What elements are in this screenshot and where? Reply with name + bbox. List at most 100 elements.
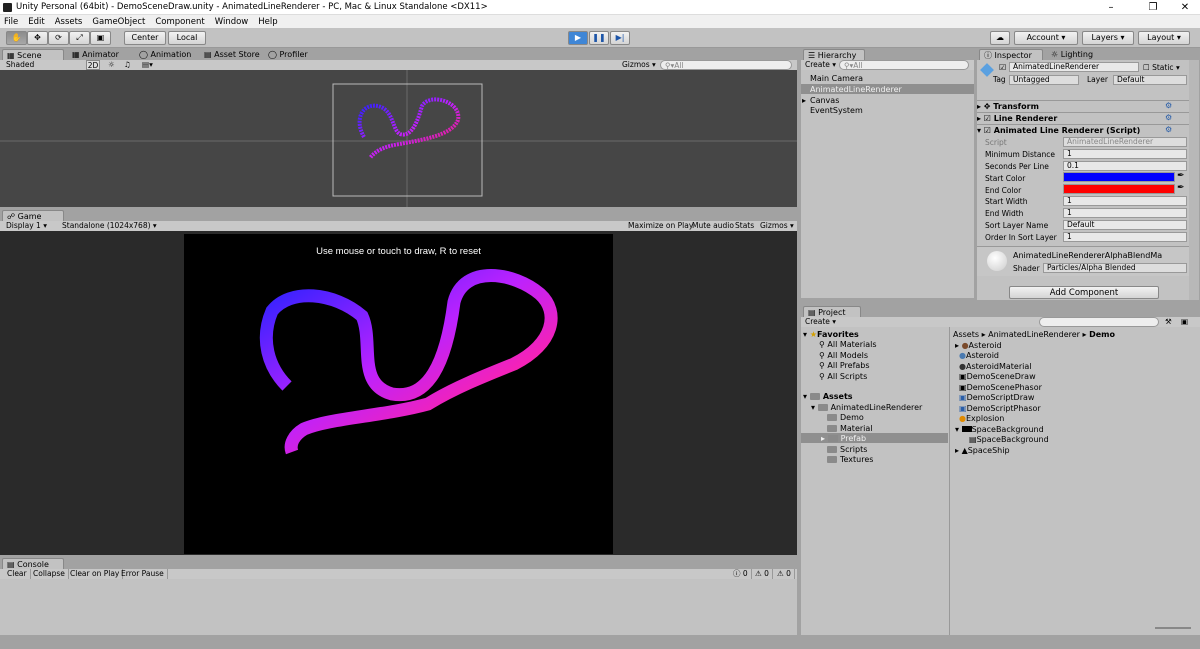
asset-item[interactable]: ▸ ●Asteroid [955,341,1002,350]
layer-dropdown[interactable]: Default [1113,75,1187,85]
step-button[interactable]: ▶| [610,31,630,45]
component-transform[interactable]: ▸ ✥ Transform [977,100,1189,112]
game-render-area[interactable]: Use mouse or touch to draw, R to reset [184,234,613,554]
shader-dropdown[interactable]: Particles/Alpha Blended [1043,263,1187,273]
hierarchy-expand-icon[interactable]: ▸ [802,96,806,105]
asset-item[interactable]: ▣DemoScriptPhasor [959,404,1041,413]
eyedropper-icon[interactable]: ✒ [1177,171,1185,181]
hierarchy-item-animated-line-renderer[interactable]: AnimatedLineRenderer [810,85,902,94]
assets-header[interactable]: ▾ Assets [803,392,853,401]
active-checkbox[interactable]: ☑ [999,63,1006,72]
scene-view[interactable] [0,70,797,207]
menu-assets[interactable]: Assets [55,17,83,27]
component-settings-icon[interactable]: ⚙ [1165,125,1172,134]
seconds-per-line-field[interactable]: 0.1 [1063,161,1187,171]
folder-animatedlinerenderer[interactable]: ▾ AnimatedLineRenderer [811,403,922,412]
hierarchy-search-input[interactable]: ⚲▾All [839,60,969,70]
asset-item[interactable]: ●Explosion [959,414,1004,423]
maximize-on-play-toggle[interactable]: Maximize on Play [628,221,693,231]
favorites-header[interactable]: ▾ ★Favorites [803,330,859,339]
inspector-scrollbar[interactable] [1189,60,1199,300]
folder-prefab[interactable]: ▸ Prefab [821,434,866,443]
asset-item[interactable]: ▸ ▲SpaceShip [955,446,1010,455]
favorite-item[interactable]: ⚲ All Models [819,351,868,360]
game-gizmos-dropdown[interactable]: Gizmos ▾ [760,221,794,231]
tag-dropdown[interactable]: Untagged [1009,75,1079,85]
console-clear-button[interactable]: Clear [4,569,31,579]
tab-console[interactable]: ▤ Console [2,558,64,569]
scene-search-input[interactable]: ⚲▾All [660,60,792,70]
folder-textures[interactable]: Textures [827,455,873,464]
hierarchy-item-canvas[interactable]: Canvas [810,96,839,105]
end-color-field[interactable] [1063,184,1175,194]
eyedropper-icon[interactable]: ✒ [1177,183,1185,193]
close-icon[interactable]: ✕ [1170,0,1200,15]
filter-icon[interactable]: ⚒ [1165,317,1172,327]
layout-dropdown[interactable]: Layout ▾ [1138,31,1190,45]
pivot-local-button[interactable]: Local [168,31,206,45]
end-width-field[interactable]: 1 [1063,208,1187,218]
asset-item[interactable]: ▾ SpaceBackground [955,425,1044,434]
layers-dropdown[interactable]: Layers ▾ [1082,31,1134,45]
2d-toggle[interactable]: 2D [86,60,100,70]
cloud-icon[interactable]: ☁ [990,31,1010,45]
play-button[interactable]: ▶ [568,31,588,45]
tab-project[interactable]: ▤ Project [803,306,861,317]
sun-icon[interactable]: ☼ [108,60,115,70]
menu-file[interactable]: File [4,17,18,27]
account-dropdown[interactable]: Account ▾ [1014,31,1078,45]
asset-item[interactable]: ▣DemoScenePhasor [959,383,1042,392]
asset-item[interactable]: ▤SpaceBackground [969,435,1049,444]
shading-mode-dropdown[interactable]: Shaded [6,60,82,70]
tab-game[interactable]: ☍ Game [2,210,64,221]
hierarchy-item-event-system[interactable]: EventSystem [810,106,863,115]
console-error-count[interactable]: ⚠ 0 [774,569,795,579]
project-create-dropdown[interactable]: Create ▾ [805,317,836,327]
pivot-center-button[interactable]: Center [124,31,166,45]
tab-animator[interactable]: ▦ Animator [68,49,119,60]
tab-asset-store[interactable]: ▤ Asset Store [200,49,260,60]
menu-window[interactable]: Window [215,17,249,27]
asset-item[interactable]: ▣DemoScriptDraw [959,393,1034,402]
display-dropdown[interactable]: Display 1 ▾ [6,221,58,231]
lock-icon[interactable]: ▣ [1181,317,1188,327]
minimum-distance-field[interactable]: 1 [1063,149,1187,159]
add-component-button[interactable]: Add Component [1009,286,1159,299]
component-line-renderer[interactable]: ▸ ☑ Line Renderer [977,112,1189,124]
minimize-icon[interactable]: – [1096,0,1126,15]
tab-scene[interactable]: ▦ Scene [2,49,64,60]
hand-tool-icon[interactable]: ✋ [6,31,27,45]
static-checkbox[interactable]: ☐ Static ▾ [1143,63,1180,72]
start-color-field[interactable] [1063,172,1175,182]
image-effects-icon[interactable]: ▤▾ [142,60,153,70]
breadcrumb-item[interactable]: AnimatedLineRenderer [988,330,1080,339]
asset-item[interactable]: ●AsteroidMaterial [959,362,1032,371]
move-tool-icon[interactable]: ✥ [27,31,48,45]
console-collapse-button[interactable]: Collapse [30,569,69,579]
project-search-input[interactable] [1039,317,1159,327]
menu-help[interactable]: Help [258,17,277,27]
component-animated-line-renderer[interactable]: ▾ ☑ Animated Line Renderer (Script) [977,124,1189,136]
menu-component[interactable]: Component [155,17,204,27]
sort-layer-name-field[interactable]: Default [1063,220,1187,230]
tab-animation[interactable]: ◯ Animation [135,49,191,60]
console-info-count[interactable]: ⓘ 0 [730,569,752,579]
component-settings-icon[interactable]: ⚙ [1165,101,1172,110]
tab-inspector[interactable]: ⓘ Inspector [979,49,1043,60]
icon-size-slider[interactable] [1155,627,1191,629]
rotate-tool-icon[interactable]: ⟳ [48,31,69,45]
tab-hierarchy[interactable]: ☰ Hierarchy [803,49,865,60]
audio-icon[interactable]: ♫ [124,60,131,70]
tab-profiler[interactable]: ◯ Profiler [264,49,308,60]
favorite-item[interactable]: ⚲ All Materials [819,340,877,349]
favorite-item[interactable]: ⚲ All Scripts [819,372,867,381]
breadcrumb-item[interactable]: Assets [953,330,979,339]
folder-material[interactable]: Material [827,424,873,433]
order-in-sort-layer-field[interactable]: 1 [1063,232,1187,242]
folder-scripts[interactable]: Scripts [827,445,867,454]
rect-tool-icon[interactable]: ▣ [90,31,111,45]
stats-toggle[interactable]: Stats [735,221,754,231]
favorite-item[interactable]: ⚲ All Prefabs [819,361,870,370]
mute-audio-toggle[interactable]: Mute audio [692,221,734,231]
gizmos-dropdown[interactable]: Gizmos ▾ [622,60,656,70]
